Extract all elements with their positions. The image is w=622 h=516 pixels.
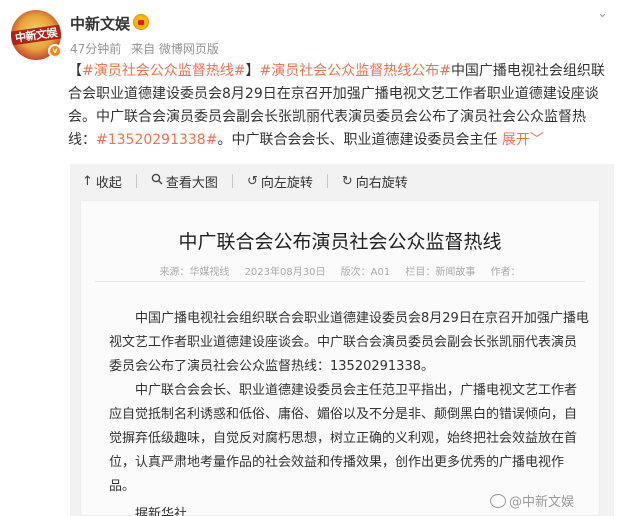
- article-title: 中广联合会公布演员社会公众监督热线: [178, 231, 502, 253]
- fan-badge-icon[interactable]: [133, 14, 149, 30]
- view-large-button[interactable]: 查看大图: [151, 172, 218, 191]
- image-viewer: ↑ 收起 查看大图 ↺ 向左旋转 ↻ 向右旋转 中广联合会公布演员社会公众监督热…: [70, 164, 614, 516]
- avatar-logo-text: 中新文娱: [14, 26, 58, 45]
- image-toolbar: ↑ 收起 查看大图 ↺ 向左旋转 ↻ 向右旋转: [70, 164, 422, 198]
- rotate-left-icon: ↺: [246, 173, 258, 189]
- article-page: 版次：A01: [340, 267, 391, 278]
- magnify-icon: [151, 173, 163, 189]
- expand-icon: ﹀: [529, 132, 544, 148]
- article-date: 2023年08月30日: [244, 267, 326, 278]
- collapse-button[interactable]: ↑ 收起: [82, 172, 122, 191]
- toolbar-divider: [231, 174, 233, 188]
- hashtag-link[interactable]: #演员社会公众监督热线公布#: [259, 63, 450, 79]
- verified-icon: v: [48, 44, 62, 58]
- toolbar-divider: [135, 174, 137, 188]
- article-divider: [95, 281, 585, 282]
- rotate-right-label: 向右旋转: [355, 175, 408, 191]
- view-large-label: 查看大图: [165, 175, 218, 191]
- collapse-label: 收起: [95, 175, 122, 191]
- article-source: 来源：华媒视线: [159, 267, 230, 278]
- post-text: 【#演员社会公众监督热线#】#演员社会公众监督热线公布#中国广播电视社会组织联合…: [68, 60, 612, 152]
- bracket-close: 】: [245, 63, 260, 79]
- rotate-right-icon: ↻: [341, 173, 353, 189]
- article-section: 栏目：新闻故事: [405, 267, 476, 278]
- toolbar-divider: [326, 174, 328, 188]
- bracket-open: 【: [68, 63, 82, 79]
- rotate-right-button[interactable]: ↻ 向右旋转: [342, 172, 408, 191]
- chevron-down-icon[interactable]: ⌄: [597, 6, 608, 21]
- article-paragraph: 中广联合会会长、职业道德建设委员会主任范卫平指出，广播电视文艺工作者应自觉抵制名…: [109, 383, 578, 494]
- weibo-logo-icon: [489, 493, 506, 508]
- expand-link[interactable]: 展开﹀: [502, 132, 544, 148]
- post-image[interactable]: 中广联合会公布演员社会公众监督热线 来源：华媒视线 2023年08月30日 版次…: [80, 200, 600, 516]
- article-paragraph: 中国广播电视社会组织联合会职业道德建设委员会8月29日在京召开加强广播电视文艺工…: [109, 311, 589, 374]
- collapse-icon: ↑: [82, 173, 93, 189]
- watermark-text: @中新文娱: [508, 495, 574, 510]
- rotate-left-label: 向左旋转: [260, 175, 313, 191]
- post-source: 来自 微博网页版: [131, 42, 219, 56]
- post-time[interactable]: 47分钟前: [70, 42, 121, 56]
- image-watermark: @中新文娱: [489, 491, 574, 510]
- hashtag-link[interactable]: #演员社会公众监督热线#: [82, 63, 245, 79]
- rotate-left-button[interactable]: ↺ 向左旋转: [247, 172, 313, 191]
- article-author: 作者：: [490, 267, 521, 278]
- article-meta: 来源：华媒视线 2023年08月30日 版次：A01 栏目：新闻故事 作者：: [81, 263, 599, 278]
- hashtag-link[interactable]: #13520291338#: [96, 132, 217, 148]
- username[interactable]: 中新文娱: [70, 13, 130, 34]
- expand-label: 展开: [501, 132, 530, 148]
- article-body: 中国广播电视社会组织联合会职业道德建设委员会8月29日在京召开加强广播电视文艺工…: [109, 307, 589, 516]
- post-body-text: 。中广联合会会长、职业道德建设委员会主任: [217, 132, 498, 148]
- post-meta: 47分钟前 来自 微博网页版: [70, 40, 225, 57]
